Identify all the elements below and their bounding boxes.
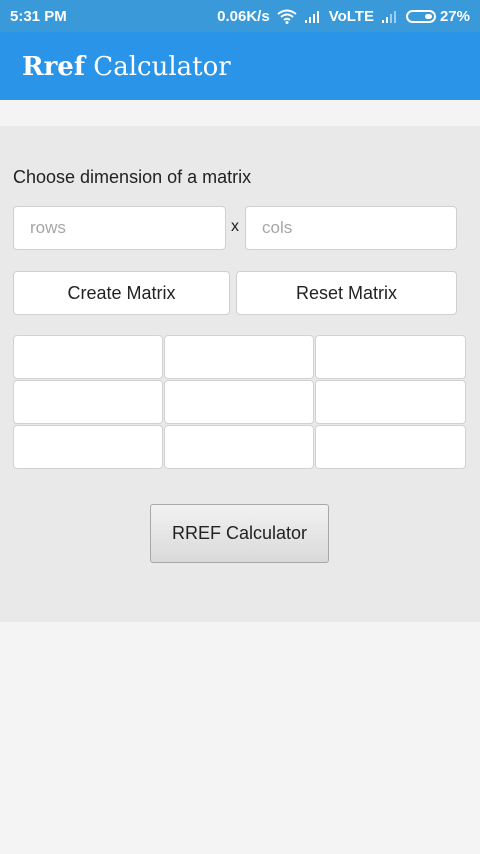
app-title: Rref Calculator [22,52,231,82]
wifi-icon [277,9,297,24]
matrix-cell[interactable] [13,335,163,379]
network-label: VoLTE [328,8,374,25]
create-matrix-button[interactable]: Create Matrix [13,271,230,315]
status-right: 0.06K/s VoLTE 27% [217,8,470,25]
matrix-cell[interactable] [315,335,466,379]
rows-input[interactable] [13,206,226,250]
matrix-cell[interactable] [164,335,314,379]
battery-percent: 27% [439,8,470,25]
app-title-bold: Rref [22,52,86,82]
matrix-grid [13,335,466,469]
battery-icon: 27% [405,8,470,25]
rref-calculate-button[interactable]: RREF Calculator [150,504,329,563]
signal-icon-secondary [381,10,399,24]
app-title-rest: Calculator [85,52,231,82]
reset-matrix-button[interactable]: Reset Matrix [236,271,457,315]
matrix-cell[interactable] [13,425,163,469]
matrix-cell[interactable] [164,380,314,424]
app-bar: Rref Calculator [0,32,480,100]
status-time: 5:31 PM [10,8,67,25]
matrix-cell[interactable] [315,380,466,424]
matrix-cell[interactable] [13,380,163,424]
signal-icon [304,10,322,24]
matrix-cell[interactable] [315,425,466,469]
matrix-cell[interactable] [164,425,314,469]
status-bar: 5:31 PM 0.06K/s VoLTE 27% [0,0,480,32]
network-speed: 0.06K/s [217,8,270,25]
dimension-prompt: Choose dimension of a matrix [13,167,252,187]
main-content: Choose dimension of a matrix x Create Ma… [0,126,480,622]
cols-input[interactable] [245,206,457,250]
times-symbol: x [231,218,239,235]
